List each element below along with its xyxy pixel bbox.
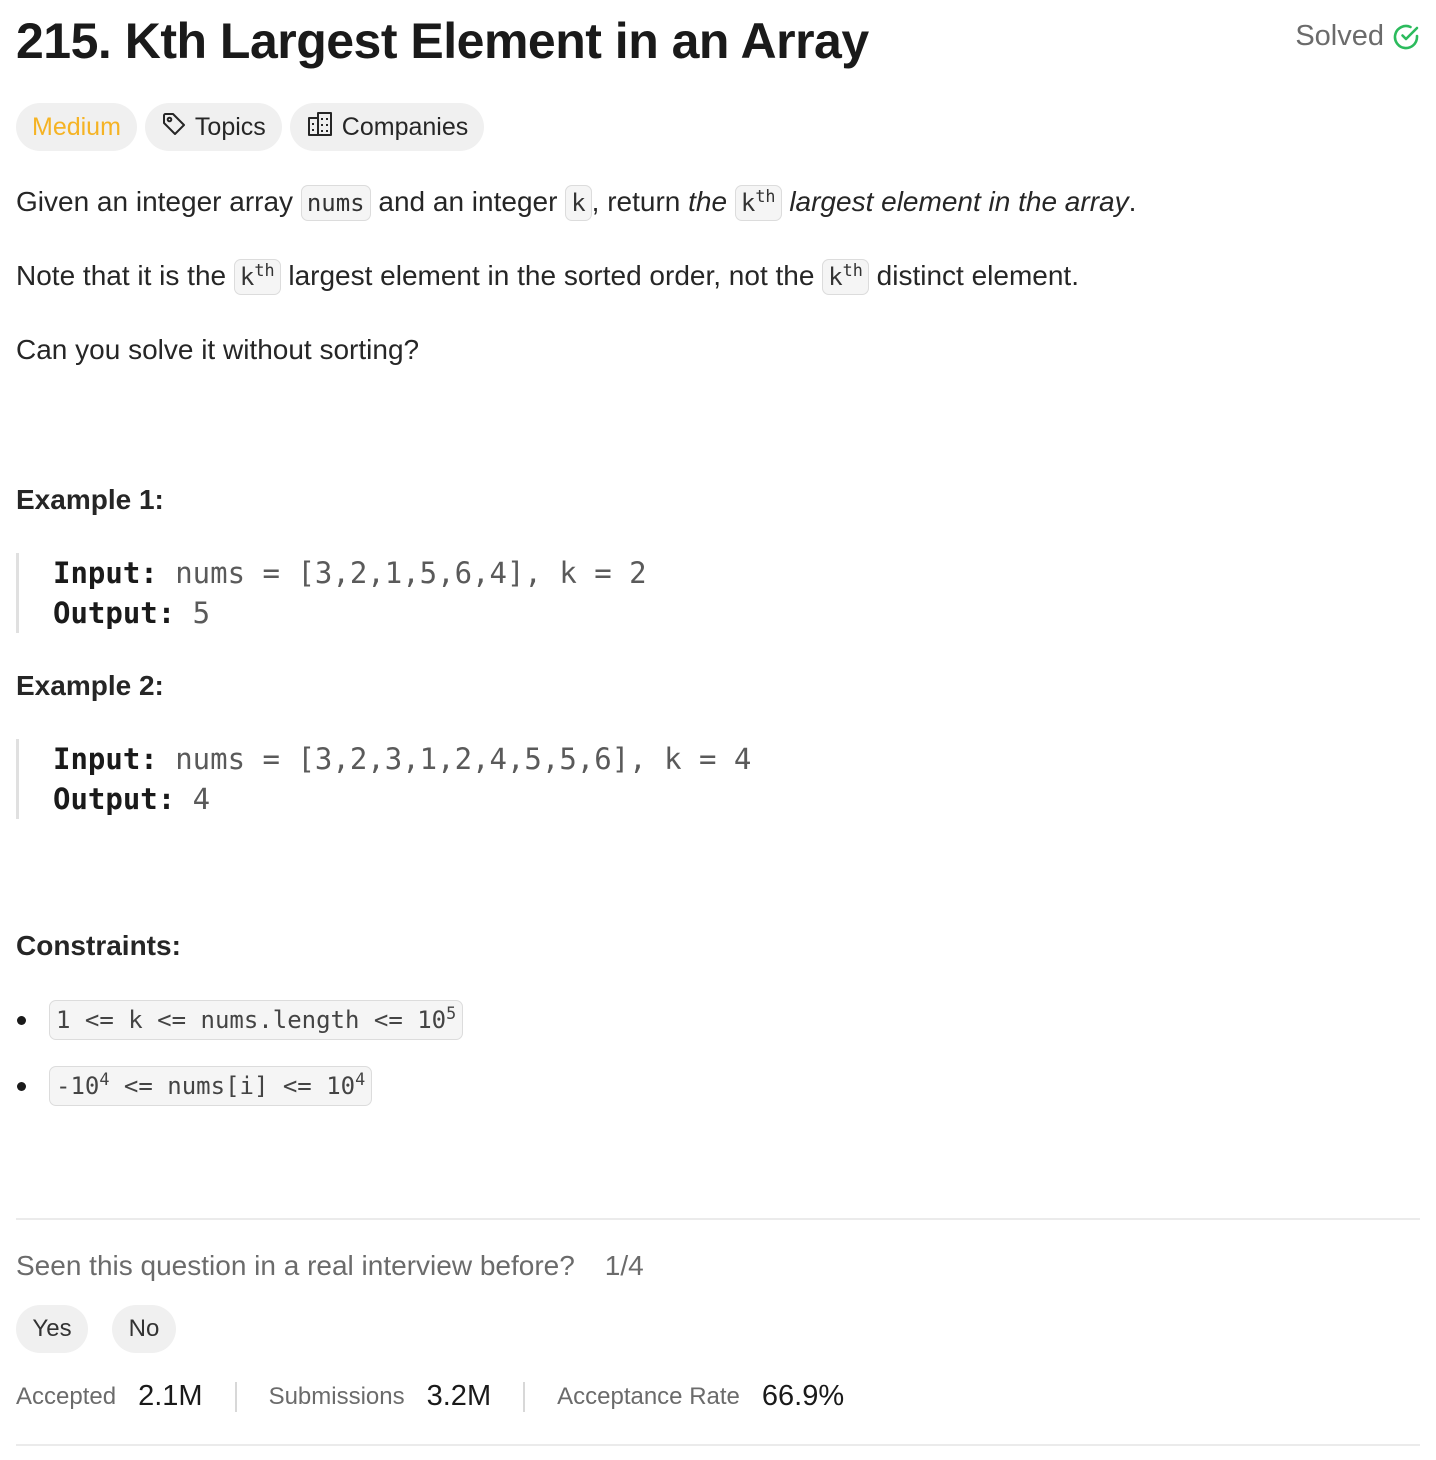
inline-code: k: [565, 185, 592, 221]
text: .: [1128, 186, 1137, 217]
list-item: 1 <= k <= nums.length <= 105: [16, 1000, 464, 1040]
code-text: k: [239, 263, 255, 291]
building-icon: [306, 110, 334, 145]
output-value: 4: [175, 782, 211, 816]
superscript: th: [755, 186, 776, 206]
acceptance-rate-value: 66.9%: [761, 1380, 845, 1412]
accepted-label: Accepted: [16, 1382, 117, 1410]
divider: [16, 1444, 1420, 1446]
superscript: 5: [446, 1003, 457, 1023]
superscript: 4: [355, 1069, 366, 1089]
companies-label: Companies: [341, 112, 469, 141]
solved-label: Solved: [1295, 20, 1384, 52]
submissions-value: 3.2M: [426, 1380, 492, 1412]
yes-button[interactable]: Yes: [16, 1305, 88, 1353]
superscript: th: [842, 260, 863, 280]
superscript: 4: [99, 1069, 110, 1089]
topics-button[interactable]: Topics: [144, 103, 282, 151]
text: and an integer: [370, 186, 566, 217]
tag-icon: [161, 111, 187, 144]
text: Note that it is the: [16, 260, 234, 291]
no-button[interactable]: No: [112, 1305, 176, 1353]
code-text: k: [740, 189, 756, 217]
bullet-icon: [17, 1081, 26, 1091]
separator: [523, 1381, 526, 1412]
inline-code: kth: [233, 259, 281, 295]
example-1-heading: Example 1:: [16, 484, 164, 515]
code-text: k: [828, 263, 843, 291]
example-2-block: Input: nums = [3,2,3,1,2,4,5,5,6], k = 4…: [16, 739, 751, 819]
input-label: Input:: [53, 742, 158, 776]
constraints-heading: Constraints:: [16, 930, 181, 961]
constraint-code: -104 <= nums[i] <= 104: [49, 1066, 373, 1106]
submissions-label: Submissions: [268, 1382, 405, 1410]
output-label: Output:: [53, 782, 176, 816]
code-text: <= nums[i] <= 10: [109, 1072, 356, 1100]
code-text: 1 <= k <= nums.length <= 10: [56, 1006, 447, 1034]
stats-row: Accepted 2.1M Submissions 3.2M Acceptanc…: [16, 1380, 844, 1413]
constraint-code: 1 <= k <= nums.length <= 105: [49, 1000, 464, 1040]
inline-code: nums: [300, 185, 371, 221]
italic-text: largest element in the array: [789, 186, 1129, 217]
interview-question-text: Seen this question in a real interview b…: [16, 1250, 575, 1281]
accepted-value: 2.1M: [138, 1380, 203, 1412]
inline-code: kth: [734, 185, 782, 221]
italic-text: the: [688, 186, 728, 217]
description-paragraph-1: Given an integer array nums and an integ…: [16, 185, 1137, 221]
text: Given an integer array: [16, 186, 301, 217]
inline-code: kth: [822, 259, 869, 295]
output-label: Output:: [53, 596, 176, 630]
bullet-icon: [17, 1015, 26, 1025]
acceptance-rate-label: Acceptance Rate: [557, 1382, 740, 1410]
example-2-heading: Example 2:: [16, 670, 164, 701]
difficulty-badge[interactable]: Medium: [16, 103, 137, 151]
list-item: -104 <= nums[i] <= 104: [16, 1066, 373, 1106]
input-label: Input:: [53, 556, 158, 590]
superscript: th: [254, 260, 275, 280]
input-value: nums = [3,2,3,1,2,4,5,5,6], k = 4: [157, 742, 752, 776]
topics-label: Topics: [194, 112, 266, 141]
code-text: -10: [56, 1072, 100, 1100]
separator: [234, 1381, 237, 1412]
description-paragraph-3: Can you solve it without sorting?: [16, 334, 420, 365]
companies-button[interactable]: Companies: [289, 103, 485, 151]
solved-status: Solved: [1295, 20, 1420, 53]
divider: [16, 1218, 1420, 1220]
interview-count: 1/4: [604, 1250, 644, 1281]
example-1-block: Input: nums = [3,2,1,5,6,4], k = 2 Outpu…: [16, 553, 647, 633]
output-value: 5: [175, 596, 211, 630]
description-paragraph-2: Note that it is the kth largest element …: [16, 259, 1079, 295]
text: largest element in the sorted order, not…: [280, 260, 823, 291]
check-circle-icon: [1392, 23, 1420, 51]
interview-question: Seen this question in a real interview b…: [16, 1250, 644, 1282]
text: distinct element.: [868, 260, 1079, 291]
problem-title: 215. Kth Largest Element in an Array: [16, 13, 869, 69]
text: , return: [591, 186, 689, 217]
input-value: nums = [3,2,1,5,6,4], k = 2: [157, 556, 647, 590]
tag-row: Medium Topics Companies: [16, 103, 485, 151]
